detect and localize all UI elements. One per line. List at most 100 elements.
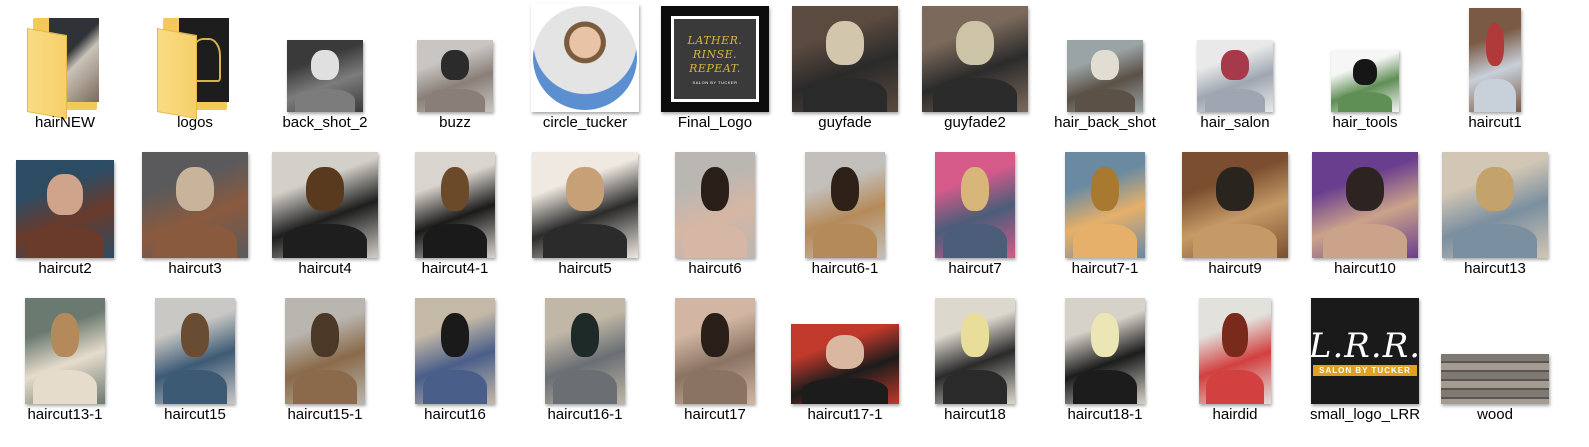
file-item[interactable]: guyfade xyxy=(781,0,909,143)
file-item[interactable]: haircut6-1 xyxy=(781,146,909,289)
file-item[interactable]: hair_salon xyxy=(1171,0,1299,143)
thumbnail-area xyxy=(651,146,779,258)
file-name-label: haircut18-1 xyxy=(1067,406,1143,423)
image-thumbnail xyxy=(272,152,378,258)
thumbnail-area xyxy=(1431,292,1559,404)
file-name-label: haircut16-1 xyxy=(547,406,623,423)
thumbnail-area xyxy=(391,0,519,112)
file-item[interactable]: haircut15-1 xyxy=(261,292,389,435)
file-item[interactable]: L.R.R. SALON BY TUCKER small_logo_LRR xyxy=(1301,292,1429,435)
thumbnail-area xyxy=(261,146,389,258)
file-item[interactable]: hairdid xyxy=(1171,292,1299,435)
image-thumbnail xyxy=(791,324,899,404)
image-thumbnail xyxy=(935,152,1015,258)
thumbnail-area xyxy=(1431,146,1559,258)
thumbnail-area xyxy=(131,292,259,404)
logo-thumbnail: L.R.R. SALON BY TUCKER xyxy=(1311,298,1419,404)
thumbnail-area xyxy=(521,146,649,258)
file-item[interactable]: guyfade2 xyxy=(911,0,1039,143)
file-name-label: haircut18 xyxy=(944,406,1006,423)
file-item[interactable]: haircut17 xyxy=(651,292,779,435)
file-item[interactable]: haircut18-1 xyxy=(1041,292,1169,435)
file-item[interactable]: buzz xyxy=(391,0,519,143)
file-item[interactable]: haircut18 xyxy=(911,292,1039,435)
file-name-label: back_shot_2 xyxy=(282,114,368,131)
file-name-label: haircut16 xyxy=(424,406,486,423)
file-item[interactable]: LATHER. RINSE. REPEAT. SALON BY TUCKER Final… xyxy=(651,0,779,143)
image-thumbnail xyxy=(792,6,898,112)
file-item[interactable]: logos xyxy=(131,0,259,143)
file-item[interactable]: circle_tucker xyxy=(521,0,649,143)
thumbnail-area xyxy=(1041,146,1169,258)
file-name-label: hair_tools xyxy=(1332,114,1398,131)
file-item[interactable]: haircut10 xyxy=(1301,146,1429,289)
file-name-label: haircut6-1 xyxy=(811,260,879,277)
file-item[interactable]: back_shot_2 xyxy=(261,0,389,143)
folder-icon xyxy=(157,12,233,120)
thumbnail-area xyxy=(911,146,1039,258)
image-thumbnail xyxy=(531,4,639,112)
image-thumbnail xyxy=(1065,152,1145,258)
thumbnail-area xyxy=(261,292,389,404)
image-thumbnail xyxy=(1441,354,1549,404)
file-name-label: hair_salon xyxy=(1200,114,1270,131)
file-item[interactable]: haircut4-1 xyxy=(391,146,519,289)
file-item[interactable]: hair_tools xyxy=(1301,0,1429,143)
thumbnail-area xyxy=(1,0,129,120)
file-item[interactable]: haircut15 xyxy=(131,292,259,435)
logo-text: REPEAT. xyxy=(689,61,741,75)
file-name-label: circle_tucker xyxy=(542,114,628,131)
file-name-label: haircut10 xyxy=(1334,260,1396,277)
file-name-label: haircut17-1 xyxy=(807,406,883,423)
file-item[interactable]: haircut7-1 xyxy=(1041,146,1169,289)
file-item[interactable]: haircut13-1 xyxy=(1,292,129,435)
file-item[interactable]: haircut6 xyxy=(651,146,779,289)
image-thumbnail xyxy=(285,298,365,404)
file-name-label: haircut7-1 xyxy=(1071,260,1139,277)
thumbnail-area xyxy=(911,292,1039,404)
file-name-label: hair_back_shot xyxy=(1054,114,1156,131)
file-name-label: haircut9 xyxy=(1208,260,1262,277)
thumbnail-area xyxy=(1041,292,1169,404)
file-item[interactable]: hair_back_shot xyxy=(1041,0,1169,143)
file-name-label: haircut5 xyxy=(558,260,612,277)
thumbnail-area xyxy=(131,0,259,120)
file-item[interactable]: haircut5 xyxy=(521,146,649,289)
thumbnail-area xyxy=(1041,0,1169,112)
file-item[interactable]: haircut9 xyxy=(1171,146,1299,289)
image-thumbnail xyxy=(417,40,493,112)
file-item[interactable]: haircut3 xyxy=(131,146,259,289)
file-name-label: haircut4 xyxy=(298,260,352,277)
image-thumbnail xyxy=(25,298,105,404)
file-item[interactable]: haircut4 xyxy=(261,146,389,289)
file-name-label: haircut15-1 xyxy=(287,406,363,423)
image-thumbnail xyxy=(1331,50,1399,112)
file-item[interactable]: haircut17-1 xyxy=(781,292,909,435)
file-name-label: haircut1 xyxy=(1468,114,1522,131)
thumbnail-area xyxy=(911,0,1039,112)
file-item[interactable]: haircut2 xyxy=(1,146,129,289)
image-thumbnail xyxy=(1197,40,1273,112)
thumbnail-area xyxy=(391,292,519,404)
file-name-label: hairdid xyxy=(1212,406,1258,423)
file-item[interactable]: haircut16-1 xyxy=(521,292,649,435)
file-name-label: haircut13-1 xyxy=(27,406,103,423)
image-thumbnail xyxy=(415,152,495,258)
image-thumbnail xyxy=(675,298,755,404)
thumbnail-area xyxy=(131,146,259,258)
file-name-label: haircut6 xyxy=(688,260,742,277)
file-item[interactable]: wood xyxy=(1431,292,1559,435)
logo-subtext: SALON BY TUCKER xyxy=(1313,364,1417,376)
thumbnail-area xyxy=(781,0,909,112)
thumbnail-area xyxy=(261,0,389,112)
image-thumbnail xyxy=(155,298,235,404)
thumbnail-area xyxy=(1171,0,1299,112)
thumbnail-area xyxy=(781,146,909,258)
file-item[interactable]: haircut7 xyxy=(911,146,1039,289)
file-item[interactable]: haircut1 xyxy=(1431,0,1559,143)
file-item[interactable]: haircut13 xyxy=(1431,146,1559,289)
file-name-label: logos xyxy=(177,114,213,131)
file-item[interactable]: haircut16 xyxy=(391,292,519,435)
file-item[interactable]: hairNEW xyxy=(1,0,129,143)
thumbnail-area xyxy=(651,292,779,404)
